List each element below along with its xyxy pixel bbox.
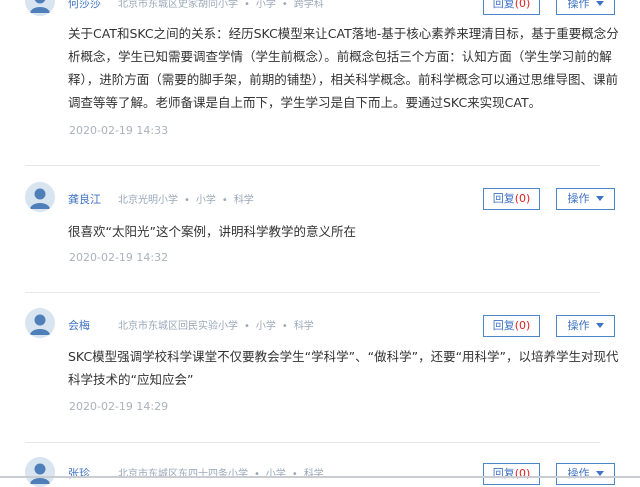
- reply-button[interactable]: 回复(0): [483, 315, 540, 337]
- meta-separator: •: [244, 0, 250, 10]
- operate-label: 操作: [567, 467, 590, 480]
- comment-divider: [25, 165, 600, 166]
- author-subject: 跨学科: [293, 0, 324, 10]
- avatar[interactable]: [25, 182, 55, 212]
- author-subject: 科学: [303, 469, 324, 480]
- meta-separator: •: [254, 469, 260, 480]
- author-level: 小学: [195, 195, 216, 206]
- comment-time: 2020-02-19 14:32: [69, 251, 169, 264]
- caret-down-icon: [595, 196, 604, 201]
- user-silhouette-icon: [25, 182, 55, 212]
- comment-divider: [25, 442, 600, 443]
- caret-down-icon: [595, 1, 604, 6]
- reply-label: 回复: [492, 0, 515, 10]
- reply-button[interactable]: 回复(0): [483, 0, 540, 15]
- caret-down-icon: [595, 323, 604, 328]
- meta-separator: •: [291, 469, 298, 480]
- meta-separator: •: [184, 195, 190, 206]
- reply-label: 回复: [492, 192, 515, 205]
- operate-label: 操作: [567, 192, 590, 205]
- author-org: 北京市东城区史家胡同小学: [118, 0, 238, 10]
- meta-separator: •: [244, 321, 250, 332]
- avatar[interactable]: [25, 308, 55, 338]
- author-level: 小学: [265, 469, 286, 480]
- comment-author[interactable]: 何莎莎: [68, 0, 101, 11]
- reply-count: (0): [514, 467, 531, 480]
- comment-meta: 北京市东城区史家胡同小学 • 小学 • 跨学科: [118, 0, 324, 10]
- comment-time: 2020-02-19 14:33: [69, 124, 169, 137]
- reply-label: 回复: [492, 319, 515, 332]
- operate-button[interactable]: 操作: [556, 315, 615, 337]
- reply-label: 回复: [492, 467, 515, 480]
- comment-meta: 北京市东城区回民实验小学 • 小学 • 科学: [118, 317, 314, 332]
- reply-count: (0): [514, 319, 531, 332]
- meta-separator: •: [281, 0, 288, 10]
- avatar[interactable]: [25, 0, 55, 16]
- author-subject: 科学: [293, 321, 314, 332]
- operate-label: 操作: [567, 319, 590, 332]
- comment-meta: 北京光明小学 • 小学 • 科学: [118, 191, 254, 206]
- comment-content: SKC模型强调学校科学课堂不仅要教会学生“学科学”、“做科学”，还要“用科学”，…: [68, 349, 619, 387]
- author-org: 北京市东城区回民实验小学: [118, 321, 238, 332]
- user-silhouette-icon: [25, 308, 55, 338]
- user-silhouette-icon: [25, 0, 55, 16]
- operate-button[interactable]: 操作: [556, 463, 615, 485]
- reply-count: (0): [514, 0, 531, 10]
- comment-content: 很喜欢“太阳光”这个案例，讲明科学教学的意义所在: [68, 224, 356, 239]
- comment-author[interactable]: 龚良江: [68, 191, 101, 207]
- author-org: 北京市东城区东四十四条小学: [118, 469, 248, 480]
- author-level: 小学: [255, 321, 276, 332]
- author-subject: 科学: [233, 195, 254, 206]
- comment-divider: [25, 292, 600, 293]
- comment-author[interactable]: 张珍: [68, 465, 90, 481]
- meta-separator: •: [281, 321, 288, 332]
- operate-button[interactable]: 操作: [556, 0, 615, 15]
- comment-author[interactable]: 会梅: [68, 317, 90, 333]
- author-level: 小学: [255, 0, 276, 10]
- meta-separator: •: [221, 195, 228, 206]
- operate-label: 操作: [567, 0, 590, 10]
- reply-count: (0): [514, 192, 531, 205]
- operate-button[interactable]: 操作: [556, 188, 615, 210]
- author-org: 北京光明小学: [118, 195, 178, 206]
- comment-content: 关于CAT和SKC之间的关系：经历SKC模型来让CAT落地-基于核心素养来理清目…: [68, 26, 619, 110]
- reply-button[interactable]: 回复(0): [483, 188, 540, 210]
- reply-button[interactable]: 回复(0): [483, 463, 540, 485]
- comment-time: 2020-02-19 14:29: [69, 400, 169, 413]
- user-silhouette-icon: [25, 457, 55, 487]
- avatar[interactable]: [25, 457, 55, 487]
